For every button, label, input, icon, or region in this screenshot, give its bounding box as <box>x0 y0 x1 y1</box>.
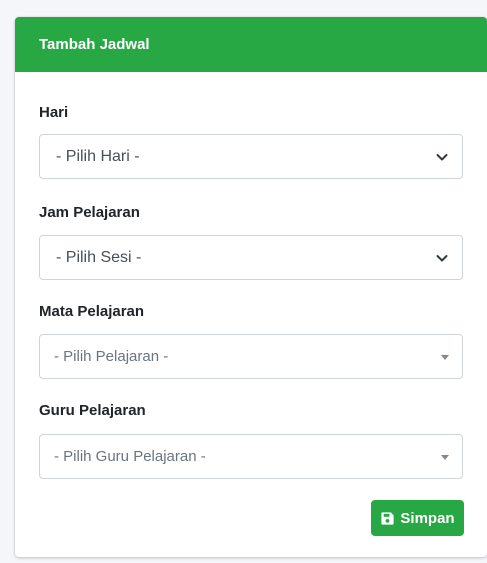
chevron-down-icon <box>436 254 448 261</box>
card-header: Tambah Jadwal <box>15 17 487 72</box>
save-button-label: Simpan <box>400 509 455 527</box>
guru-pelajaran-select-value: - Pilih Guru Pelajaran - <box>54 448 206 465</box>
jam-pelajaran-select-value: - Pilih Sesi - <box>56 248 142 266</box>
caret-down-icon <box>441 354 449 360</box>
hari-select-value: - Pilih Hari - <box>56 147 140 165</box>
caret-down-icon <box>441 454 449 460</box>
hari-label: Hari <box>39 104 69 121</box>
mata-pelajaran-label: Mata Pelajaran <box>39 303 145 320</box>
guru-pelajaran-select[interactable]: - Pilih Guru Pelajaran - <box>39 434 463 479</box>
mata-pelajaran-select-value: - Pilih Pelajaran - <box>54 348 169 365</box>
guru-pelajaran-label: Guru Pelajaran <box>39 402 146 419</box>
card-title: Tambah Jadwal <box>39 36 150 53</box>
save-button[interactable]: Simpan <box>371 500 464 536</box>
tambah-jadwal-card: Tambah Jadwal Hari - Pilih Hari - Jam Pe… <box>15 17 487 557</box>
chevron-down-icon <box>436 153 448 160</box>
jam-pelajaran-label: Jam Pelajaran <box>39 204 140 221</box>
save-icon <box>381 511 394 525</box>
jam-pelajaran-select[interactable]: - Pilih Sesi - <box>39 235 463 280</box>
hari-select[interactable]: - Pilih Hari - <box>39 134 463 179</box>
mata-pelajaran-select[interactable]: - Pilih Pelajaran - <box>39 334 463 379</box>
